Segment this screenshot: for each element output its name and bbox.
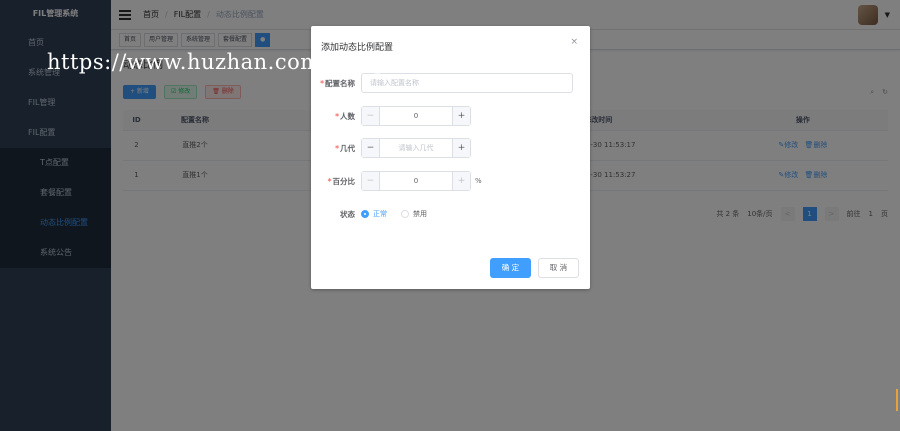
status-radio-disabled[interactable]: 禁用 (401, 209, 427, 219)
people-label: *人数 (335, 111, 355, 121)
plus-icon[interactable]: + (452, 107, 470, 125)
percent-label: *百分比 (327, 176, 355, 186)
close-icon[interactable]: × (570, 37, 578, 47)
generation-stepper[interactable]: − 请输入几代 + (361, 138, 471, 158)
form-row-generation: *几代 − 请输入几代 + (311, 138, 471, 158)
people-stepper[interactable]: − 0 + (361, 106, 471, 126)
radio-dot[interactable] (361, 210, 369, 218)
percent-value[interactable]: 0 (380, 177, 452, 185)
name-label: *配置名称 (320, 78, 355, 88)
status-label: 状态 (340, 209, 355, 219)
generation-label: *几代 (335, 143, 355, 153)
watermark: https://www.huzhan.com/ishop20093 (47, 50, 458, 74)
minus-icon[interactable]: − (362, 107, 380, 125)
scrollbar-thumb[interactable] (896, 389, 898, 411)
people-value[interactable]: 0 (380, 112, 452, 120)
generation-value[interactable]: 请输入几代 (380, 143, 452, 153)
form-row-status: 状态 正常 禁用 (311, 204, 441, 224)
minus-icon[interactable]: − (362, 139, 380, 157)
radio-dot[interactable] (401, 210, 409, 218)
minus-icon[interactable]: − (362, 172, 380, 190)
confirm-button[interactable]: 确 定 (490, 258, 531, 278)
status-radio-normal[interactable]: 正常 (361, 209, 387, 219)
plus-icon[interactable]: + (452, 139, 470, 157)
plus-icon[interactable]: + (452, 172, 470, 190)
percent-unit: % (475, 177, 482, 185)
form-row-percent: *百分比 − 0 + % (311, 171, 482, 191)
percent-stepper[interactable]: − 0 + (361, 171, 471, 191)
form-row-name: *配置名称 请输入配置名称 (311, 73, 573, 93)
config-name-input[interactable]: 请输入配置名称 (361, 73, 573, 93)
form-row-people: *人数 − 0 + (311, 106, 471, 126)
cancel-button[interactable]: 取 消 (538, 258, 579, 278)
